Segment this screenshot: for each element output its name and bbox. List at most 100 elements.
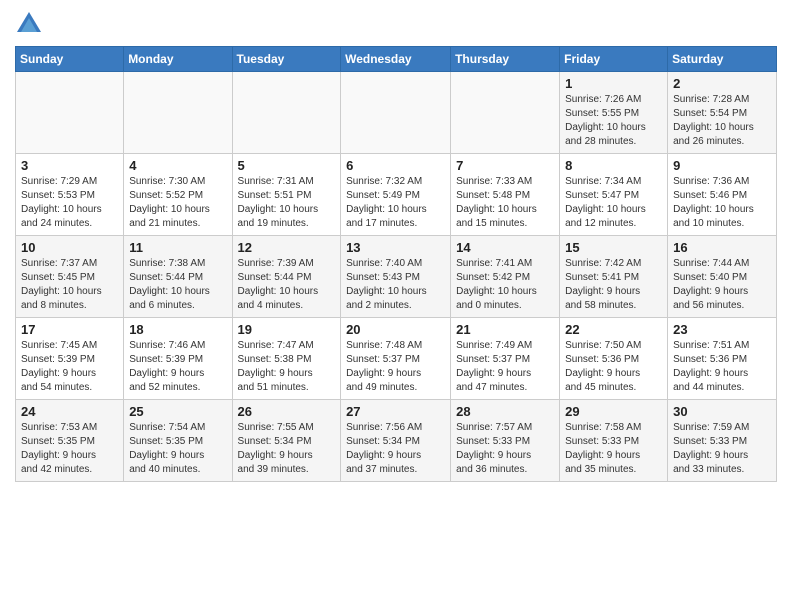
- day-number: 5: [238, 158, 336, 173]
- day-cell: 5 Sunrise: 7:31 AM Sunset: 5:51 PM Daylig…: [232, 154, 341, 236]
- day-info: Sunrise: 7:34 AM Sunset: 5:47 PM Dayligh…: [565, 175, 662, 231]
- day-cell: 7Sunrise: 7:33 AM Sunset: 5:48 PM Daylig…: [451, 154, 560, 236]
- day-info: Sunrise: 7:38 AM Sunset: 5:44 PM Dayligh…: [129, 257, 226, 313]
- day-info: Sunrise: 7:50 AM Sunset: 5:36 PM Dayligh…: [565, 339, 662, 395]
- day-cell: 16 Sunrise: 7:44 AM Sunset: 5:40 PM Dayli…: [668, 236, 777, 318]
- day-cell: 15 Sunrise: 7:42 AM Sunset: 5:41 PM Dayli…: [560, 236, 668, 318]
- day-cell: 14Sunrise: 7:41 AM Sunset: 5:42 PM Dayli…: [451, 236, 560, 318]
- day-number: 18: [129, 322, 226, 337]
- day-number: 16: [673, 240, 771, 255]
- day-info: Sunrise: 7:41 AM Sunset: 5:42 PM Dayligh…: [456, 257, 554, 313]
- header: [15, 10, 777, 38]
- day-info: Sunrise: 7:48 AM Sunset: 5:37 PM Dayligh…: [346, 339, 445, 395]
- calendar-body: 1 Sunrise: 7:26 AM Sunset: 5:55 PM Daylig…: [16, 72, 777, 482]
- week-row-3: 17 Sunrise: 7:45 AM Sunset: 5:39 PM Dayli…: [16, 318, 777, 400]
- day-cell: 6 Sunrise: 7:32 AM Sunset: 5:49 PM Daylig…: [341, 154, 451, 236]
- day-number: 2: [673, 76, 771, 91]
- week-row-2: 10Sunrise: 7:37 AM Sunset: 5:45 PM Dayli…: [16, 236, 777, 318]
- day-number: 11: [129, 240, 226, 255]
- day-info: Sunrise: 7:39 AM Sunset: 5:44 PM Dayligh…: [238, 257, 336, 313]
- day-cell: 10Sunrise: 7:37 AM Sunset: 5:45 PM Dayli…: [16, 236, 124, 318]
- day-info: Sunrise: 7:47 AM Sunset: 5:38 PM Dayligh…: [238, 339, 336, 395]
- day-info: Sunrise: 7:36 AM Sunset: 5:46 PM Dayligh…: [673, 175, 771, 231]
- day-number: 12: [238, 240, 336, 255]
- day-info: Sunrise: 7:59 AM Sunset: 5:33 PM Dayligh…: [673, 421, 771, 477]
- day-number: 10: [21, 240, 118, 255]
- day-info: Sunrise: 7:51 AM Sunset: 5:36 PM Dayligh…: [673, 339, 771, 395]
- weekday-header-saturday: Saturday: [668, 47, 777, 72]
- day-number: 23: [673, 322, 771, 337]
- logo-icon: [15, 10, 43, 38]
- day-cell: 3 Sunrise: 7:29 AM Sunset: 5:53 PM Daylig…: [16, 154, 124, 236]
- weekday-header-thursday: Thursday: [451, 47, 560, 72]
- day-info: Sunrise: 7:42 AM Sunset: 5:41 PM Dayligh…: [565, 257, 662, 313]
- day-cell: 19 Sunrise: 7:47 AM Sunset: 5:38 PM Dayli…: [232, 318, 341, 400]
- day-info: Sunrise: 7:32 AM Sunset: 5:49 PM Dayligh…: [346, 175, 445, 231]
- day-info: Sunrise: 7:56 AM Sunset: 5:34 PM Dayligh…: [346, 421, 445, 477]
- logo: [15, 10, 47, 38]
- weekday-header-monday: Monday: [124, 47, 232, 72]
- day-cell: 29Sunrise: 7:58 AM Sunset: 5:33 PM Dayli…: [560, 400, 668, 482]
- weekday-header-wednesday: Wednesday: [341, 47, 451, 72]
- day-info: Sunrise: 7:40 AM Sunset: 5:43 PM Dayligh…: [346, 257, 445, 313]
- day-number: 21: [456, 322, 554, 337]
- day-number: 9: [673, 158, 771, 173]
- day-info: Sunrise: 7:44 AM Sunset: 5:40 PM Dayligh…: [673, 257, 771, 313]
- day-info: Sunrise: 7:26 AM Sunset: 5:55 PM Dayligh…: [565, 93, 662, 149]
- day-cell: 20Sunrise: 7:48 AM Sunset: 5:37 PM Dayli…: [341, 318, 451, 400]
- day-number: 25: [129, 404, 226, 419]
- day-cell: 26Sunrise: 7:55 AM Sunset: 5:34 PM Dayli…: [232, 400, 341, 482]
- day-cell: 1 Sunrise: 7:26 AM Sunset: 5:55 PM Daylig…: [560, 72, 668, 154]
- day-cell: 2 Sunrise: 7:28 AM Sunset: 5:54 PM Daylig…: [668, 72, 777, 154]
- day-number: 24: [21, 404, 118, 419]
- day-number: 6: [346, 158, 445, 173]
- day-number: 4: [129, 158, 226, 173]
- page: SundayMondayTuesdayWednesdayThursdayFrid…: [0, 0, 792, 612]
- day-number: 17: [21, 322, 118, 337]
- day-cell: 8 Sunrise: 7:34 AM Sunset: 5:47 PM Daylig…: [560, 154, 668, 236]
- day-cell: 22Sunrise: 7:50 AM Sunset: 5:36 PM Dayli…: [560, 318, 668, 400]
- day-number: 15: [565, 240, 662, 255]
- calendar: SundayMondayTuesdayWednesdayThursdayFrid…: [15, 46, 777, 482]
- day-info: Sunrise: 7:31 AM Sunset: 5:51 PM Dayligh…: [238, 175, 336, 231]
- day-number: 3: [21, 158, 118, 173]
- day-info: Sunrise: 7:54 AM Sunset: 5:35 PM Dayligh…: [129, 421, 226, 477]
- day-info: Sunrise: 7:58 AM Sunset: 5:33 PM Dayligh…: [565, 421, 662, 477]
- day-number: 1: [565, 76, 662, 91]
- day-info: Sunrise: 7:53 AM Sunset: 5:35 PM Dayligh…: [21, 421, 118, 477]
- week-row-0: 1 Sunrise: 7:26 AM Sunset: 5:55 PM Daylig…: [16, 72, 777, 154]
- calendar-header: SundayMondayTuesdayWednesdayThursdayFrid…: [16, 47, 777, 72]
- day-cell: 11 Sunrise: 7:38 AM Sunset: 5:44 PM Dayli…: [124, 236, 232, 318]
- day-cell: 18 Sunrise: 7:46 AM Sunset: 5:39 PM Dayli…: [124, 318, 232, 400]
- day-info: Sunrise: 7:30 AM Sunset: 5:52 PM Dayligh…: [129, 175, 226, 231]
- day-info: Sunrise: 7:49 AM Sunset: 5:37 PM Dayligh…: [456, 339, 554, 395]
- weekday-row: SundayMondayTuesdayWednesdayThursdayFrid…: [16, 47, 777, 72]
- day-cell: 9 Sunrise: 7:36 AM Sunset: 5:46 PM Daylig…: [668, 154, 777, 236]
- day-cell: 21 Sunrise: 7:49 AM Sunset: 5:37 PM Dayli…: [451, 318, 560, 400]
- day-cell: 23 Sunrise: 7:51 AM Sunset: 5:36 PM Dayli…: [668, 318, 777, 400]
- week-row-4: 24 Sunrise: 7:53 AM Sunset: 5:35 PM Dayli…: [16, 400, 777, 482]
- day-number: 27: [346, 404, 445, 419]
- day-cell: 17 Sunrise: 7:45 AM Sunset: 5:39 PM Dayli…: [16, 318, 124, 400]
- day-cell: 4 Sunrise: 7:30 AM Sunset: 5:52 PM Daylig…: [124, 154, 232, 236]
- day-number: 26: [238, 404, 336, 419]
- day-cell: 12 Sunrise: 7:39 AM Sunset: 5:44 PM Dayli…: [232, 236, 341, 318]
- weekday-header-tuesday: Tuesday: [232, 47, 341, 72]
- day-info: Sunrise: 7:29 AM Sunset: 5:53 PM Dayligh…: [21, 175, 118, 231]
- day-number: 19: [238, 322, 336, 337]
- day-number: 30: [673, 404, 771, 419]
- day-info: Sunrise: 7:46 AM Sunset: 5:39 PM Dayligh…: [129, 339, 226, 395]
- day-info: Sunrise: 7:45 AM Sunset: 5:39 PM Dayligh…: [21, 339, 118, 395]
- day-cell: 27 Sunrise: 7:56 AM Sunset: 5:34 PM Dayli…: [341, 400, 451, 482]
- day-cell: 28 Sunrise: 7:57 AM Sunset: 5:33 PM Dayli…: [451, 400, 560, 482]
- day-cell: 25 Sunrise: 7:54 AM Sunset: 5:35 PM Dayli…: [124, 400, 232, 482]
- day-number: 8: [565, 158, 662, 173]
- day-info: Sunrise: 7:57 AM Sunset: 5:33 PM Dayligh…: [456, 421, 554, 477]
- day-cell: [232, 72, 341, 154]
- day-number: 7: [456, 158, 554, 173]
- weekday-header-friday: Friday: [560, 47, 668, 72]
- day-cell: [341, 72, 451, 154]
- day-info: Sunrise: 7:28 AM Sunset: 5:54 PM Dayligh…: [673, 93, 771, 149]
- day-cell: [451, 72, 560, 154]
- day-number: 28: [456, 404, 554, 419]
